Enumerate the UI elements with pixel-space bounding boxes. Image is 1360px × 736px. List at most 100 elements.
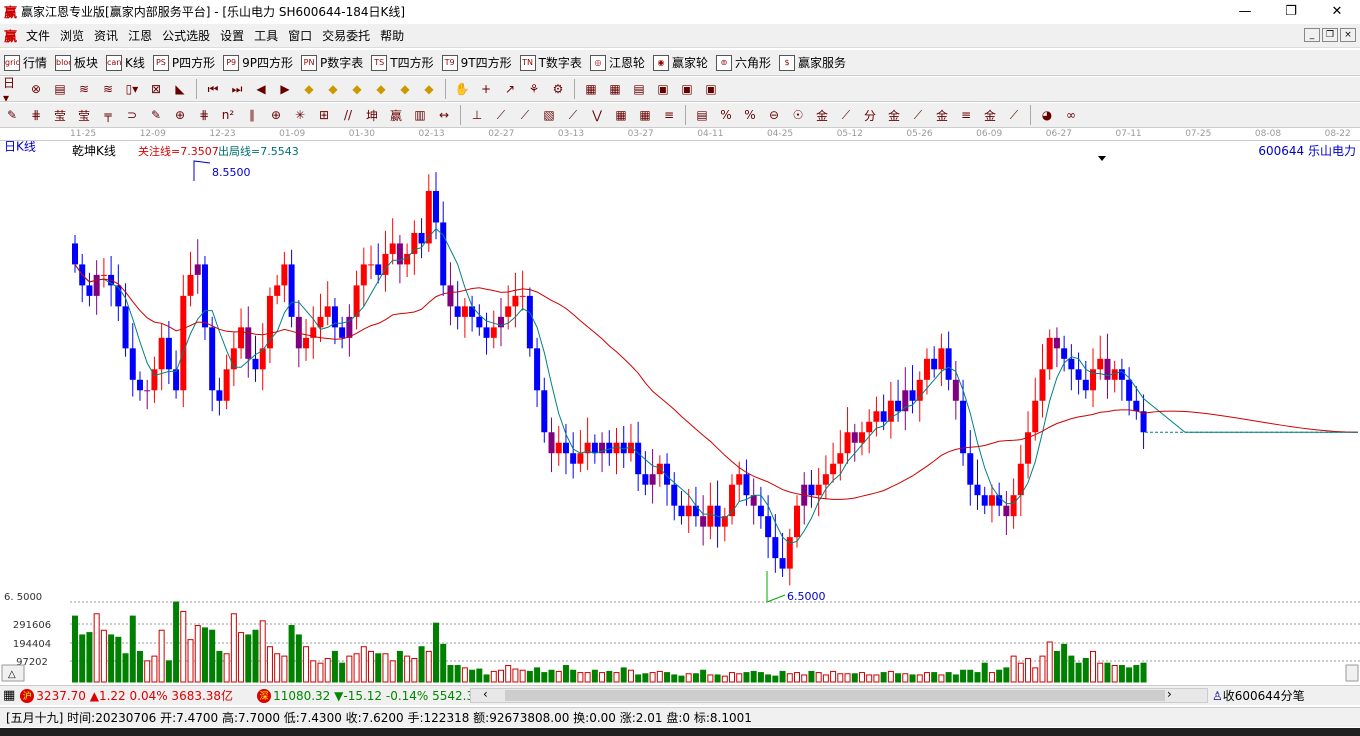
mdi-close-button[interactable]: × xyxy=(1340,28,1356,42)
menu-2[interactable]: 资讯 xyxy=(94,27,118,44)
nav-tool-10-icon[interactable]: ◀ xyxy=(252,80,270,98)
draw-tool-11-icon[interactable]: ⊕ xyxy=(267,106,285,124)
toolbar-button-2[interactable]: candlesK线 xyxy=(106,54,145,71)
draw-tool-31-icon[interactable]: ⊖ xyxy=(765,106,783,124)
quote-list-icon[interactable]: ▦ xyxy=(3,688,15,703)
draw-tool-26-icon[interactable]: ▦ xyxy=(636,106,654,124)
toolbar-button-8[interactable]: TN T数字表 xyxy=(519,54,582,71)
nav-tool-2-icon[interactable]: ▤ xyxy=(51,80,69,98)
kline-chart[interactable]: 291606194404972028.55006.5000 日K线 乾坤K线 关… xyxy=(0,141,1360,685)
draw-tool-34-icon[interactable]: ⟋ xyxy=(837,106,855,124)
nav-tool-27-icon[interactable]: ▣ xyxy=(678,80,696,98)
nav-tool-20-icon[interactable]: ↗ xyxy=(501,80,519,98)
nav-tool-19-icon[interactable]: + xyxy=(477,80,495,98)
draw-tool-28-icon[interactable]: ▤ xyxy=(693,106,711,124)
draw-tool-4-icon[interactable]: ╤ xyxy=(99,106,117,124)
draw-tool-0-icon[interactable]: ✎ xyxy=(3,106,21,124)
draw-tool-36-icon[interactable]: 金 xyxy=(885,106,903,124)
draw-tool-38-icon[interactable]: 金 xyxy=(933,106,951,124)
scroll-left-arrow[interactable]: ‹ xyxy=(483,687,488,701)
menu-6[interactable]: 工具 xyxy=(254,27,278,44)
draw-tool-2-icon[interactable]: 莹 xyxy=(51,106,69,124)
draw-tool-21-icon[interactable]: ⟋ xyxy=(516,106,534,124)
nav-tool-16-icon[interactable]: ◆ xyxy=(396,80,414,98)
menu-1[interactable]: 浏览 xyxy=(60,27,84,44)
toolbar-button-0[interactable]: grid 行情 xyxy=(4,54,47,71)
sz-index-quote[interactable]: 11080.32 ▼-15.12 -0.14% 5542.38 xyxy=(273,689,482,703)
nav-tool-9-icon[interactable]: ⏭ xyxy=(228,80,246,98)
nav-tool-28-icon[interactable]: ▣ xyxy=(702,80,720,98)
nav-tool-8-icon[interactable]: ⏮ xyxy=(204,80,222,98)
draw-tool-9-icon[interactable]: n² xyxy=(219,106,237,124)
draw-tool-5-icon[interactable]: ⊃ xyxy=(123,106,141,124)
toolbar-button-7[interactable]: T9 9T四方形 xyxy=(441,54,512,71)
draw-tool-43-icon[interactable]: ∞ xyxy=(1062,106,1080,124)
draw-tool-29-icon[interactable]: % xyxy=(717,106,735,124)
nav-tool-11-icon[interactable]: ▶ xyxy=(276,80,294,98)
toolbar-button-10[interactable]: ◉ 赢家轮 xyxy=(652,54,708,71)
nav-tool-22-icon[interactable]: ⚙ xyxy=(549,80,567,98)
draw-tool-33-icon[interactable]: 金 xyxy=(813,106,831,124)
nav-tool-4-icon[interactable]: ≋ xyxy=(99,80,117,98)
draw-tool-3-icon[interactable]: 莹 xyxy=(75,106,93,124)
scroll-right-arrow[interactable]: › xyxy=(1167,687,1172,701)
menu-0[interactable]: 文件 xyxy=(26,27,50,44)
menu-4[interactable]: 公式选股 xyxy=(162,27,210,44)
menu-5[interactable]: 设置 xyxy=(220,27,244,44)
nav-tool-21-icon[interactable]: ⚘ xyxy=(525,80,543,98)
draw-tool-22-icon[interactable]: ▧ xyxy=(540,106,558,124)
close-button[interactable]: ✕ xyxy=(1314,0,1360,23)
nav-tool-5-icon[interactable]: ▯▾ xyxy=(123,80,141,98)
draw-tool-23-icon[interactable]: ⟋ xyxy=(564,106,582,124)
menu-8[interactable]: 交易委托 xyxy=(322,27,370,44)
draw-tool-7-icon[interactable]: ⊕ xyxy=(171,106,189,124)
nav-tool-25-icon[interactable]: ▤ xyxy=(630,80,648,98)
mdi-restore-button[interactable]: ❐ xyxy=(1322,28,1338,42)
toolbar-button-6[interactable]: TS T四方形 xyxy=(371,54,434,71)
toolbar-button-3[interactable]: PS P四方形 xyxy=(152,54,215,71)
scroll-thumb[interactable] xyxy=(505,690,1165,701)
draw-tool-32-icon[interactable]: ☉ xyxy=(789,106,807,124)
toolbar-button-4[interactable]: P9 9P四方形 xyxy=(223,54,293,71)
draw-tool-42-icon[interactable]: ◕ xyxy=(1038,106,1056,124)
nav-tool-7-icon[interactable]: ◣ xyxy=(171,80,189,98)
toolbar-button-9[interactable]: ◎ 江恩轮 xyxy=(589,54,645,71)
sh-index-quote[interactable]: 3237.70 ▲1.22 0.04% 3683.38亿 xyxy=(36,687,233,704)
draw-tool-14-icon[interactable]: // xyxy=(339,106,357,124)
draw-tool-1-icon[interactable]: ⋕ xyxy=(27,106,45,124)
draw-tool-41-icon[interactable]: ⟋ xyxy=(1005,106,1023,124)
dropdown-arrow-icon[interactable] xyxy=(1098,156,1106,161)
mdi-minimize-button[interactable]: _ xyxy=(1304,28,1320,42)
draw-tool-8-icon[interactable]: ⋕ xyxy=(195,106,213,124)
draw-tool-35-icon[interactable]: 分 xyxy=(861,106,879,124)
menu-3[interactable]: 江恩 xyxy=(128,27,152,44)
draw-tool-18-icon[interactable]: ↔ xyxy=(435,106,453,124)
menu-9[interactable]: 帮助 xyxy=(380,27,404,44)
draw-tool-6-icon[interactable]: ✎ xyxy=(147,106,165,124)
draw-tool-17-icon[interactable]: ▥ xyxy=(411,106,429,124)
nav-tool-3-icon[interactable]: ≋ xyxy=(75,80,93,98)
nav-tool-6-icon[interactable]: ⊠ xyxy=(147,80,165,98)
draw-tool-13-icon[interactable]: ⊞ xyxy=(315,106,333,124)
draw-tool-24-icon[interactable]: ⋁ xyxy=(588,106,606,124)
horizontal-scrollbar[interactable]: ‹ › xyxy=(470,687,1208,703)
draw-tool-12-icon[interactable]: ✳ xyxy=(291,106,309,124)
minimize-button[interactable]: — xyxy=(1222,0,1268,23)
toolbar-button-1[interactable]: blocks板块 xyxy=(55,54,98,71)
nav-tool-12-icon[interactable]: ◆ xyxy=(300,80,318,98)
nav-tool-24-icon[interactable]: ▦ xyxy=(606,80,624,98)
nav-tool-1-icon[interactable]: ⊗ xyxy=(27,80,45,98)
toolbar-button-5[interactable]: PN P数字表 xyxy=(301,54,363,71)
toolbar-button-12[interactable]: $ 赢家服务 xyxy=(778,54,846,71)
nav-tool-17-icon[interactable]: ◆ xyxy=(420,80,438,98)
draw-tool-27-icon[interactable]: ≡ xyxy=(660,106,678,124)
nav-tool-13-icon[interactable]: ◆ xyxy=(324,80,342,98)
scroll-right-button[interactable] xyxy=(1345,664,1359,682)
draw-tool-30-icon[interactable]: % xyxy=(741,106,759,124)
draw-tool-10-icon[interactable]: ∥ xyxy=(243,106,261,124)
nav-tool-0-icon[interactable]: 日▾ xyxy=(3,77,21,101)
draw-tool-20-icon[interactable]: ⟋ xyxy=(492,106,510,124)
collect-ticks-button[interactable]: ♙收600644分笔 xyxy=(1212,687,1305,704)
draw-tool-16-icon[interactable]: 赢 xyxy=(387,106,405,124)
draw-tool-19-icon[interactable]: ⊥ xyxy=(468,106,486,124)
